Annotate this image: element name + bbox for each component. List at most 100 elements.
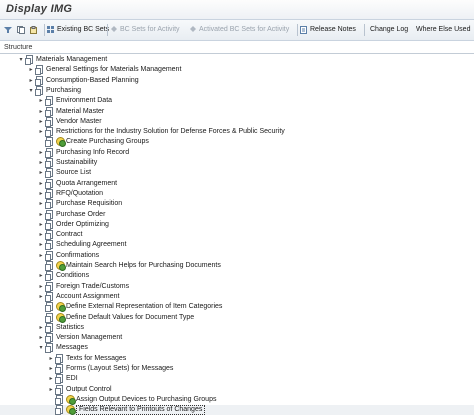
tree-node-label[interactable]: Quota Arrangement	[56, 179, 117, 189]
execute-activity-icon[interactable]	[56, 302, 66, 313]
expand-arrow-icon[interactable]: ▸	[48, 375, 54, 383]
expand-arrow-icon[interactable]: ▸	[38, 159, 44, 167]
expand-arrow-icon[interactable]: ▸	[38, 334, 44, 342]
tree-node-label[interactable]: Materials Management	[36, 55, 107, 65]
tree-node-label[interactable]: Conditions	[56, 271, 89, 281]
tree-node[interactable]: ▸ Contract	[0, 230, 474, 241]
tree-node[interactable]: ▸ EDI	[0, 374, 474, 385]
tree-node[interactable]: ▸ RFQ/Quotation	[0, 188, 474, 199]
tree-node-label[interactable]: EDI	[66, 374, 78, 384]
tree-node-label[interactable]: Consumption-Based Planning	[46, 76, 139, 86]
tree-node-label[interactable]: Foreign Trade/Customs	[56, 282, 129, 292]
expand-arrow-icon[interactable]: ▸	[28, 66, 34, 74]
tree-node-label[interactable]: Environment Data	[56, 96, 112, 106]
tree-node[interactable]: ▸ Forms (Layout Sets) for Messages	[0, 364, 474, 374]
tree-node-label[interactable]: Version Management	[56, 333, 122, 343]
expand-arrow-icon[interactable]: ▸	[38, 221, 44, 229]
tree-node-label[interactable]: Forms (Layout Sets) for Messages	[66, 364, 173, 374]
expand-arrow-icon[interactable]: ▸	[38, 324, 44, 332]
expand-arrow-icon[interactable]: ▸	[48, 355, 54, 363]
tree-node-label[interactable]: Define Default Values for Document Type	[66, 313, 194, 323]
expand-arrow-icon[interactable]: ▸	[38, 200, 44, 208]
expand-arrow-icon[interactable]: ▸	[38, 180, 44, 188]
expand-arrow-icon[interactable]: ▸	[38, 128, 44, 136]
change-log-button[interactable]: Change Log	[370, 23, 408, 36]
execute-activity-icon[interactable]	[56, 312, 66, 323]
tree-node[interactable]: ▸ Foreign Trade/Customs	[0, 281, 474, 292]
tree-node[interactable]: ▸ Confirmations	[0, 250, 474, 261]
execute-activity-icon[interactable]	[56, 137, 66, 148]
tree-node[interactable]: ▸ Order Optimizing	[0, 219, 474, 230]
execute-activity-icon[interactable]	[66, 405, 76, 416]
tree-node-label[interactable]: Sustainability	[56, 158, 97, 168]
tree-node-label[interactable]: Output Control	[66, 385, 112, 395]
execute-activity-icon[interactable]	[56, 261, 66, 271]
tree-node[interactable]: ▾ Purchasing	[0, 85, 474, 96]
copy-button[interactable]	[17, 23, 27, 36]
tree-node[interactable]: ▸ Purchase Order	[0, 209, 474, 220]
tree-node-label[interactable]: Create Purchasing Groups	[66, 137, 149, 147]
tree-node[interactable]: ▸ Consumption-Based Planning	[0, 75, 474, 86]
tree-node[interactable]: ▸ Purchase Requisition	[0, 199, 474, 210]
tree-node[interactable]: ▸ Environment Data	[0, 96, 474, 107]
tree-node-label[interactable]: Contract	[56, 230, 82, 240]
tree-node-label[interactable]: Order Optimizing	[56, 220, 109, 230]
expand-arrow-icon[interactable]: ▸	[28, 77, 34, 85]
expand-arrow-icon[interactable]: ▸	[48, 365, 54, 373]
tree-node[interactable]: ▸ Vendor Master	[0, 116, 474, 127]
tree-node[interactable]: Maintain Search Helps for Purchasing Doc…	[0, 261, 474, 271]
tree-node-label[interactable]: Maintain Search Helps for Purchasing Doc…	[66, 261, 221, 271]
expand-arrow-icon[interactable]: ▸	[38, 118, 44, 126]
tree-node-label[interactable]: General Settings for Materials Managemen…	[46, 65, 181, 75]
tree-node[interactable]: Define External Representation of Item C…	[0, 302, 474, 313]
tree-node-label[interactable]: Statistics	[56, 323, 84, 333]
tree-node[interactable]: ▸ Material Master	[0, 106, 474, 117]
tree-node-label[interactable]: Purchase Requisition	[56, 199, 122, 209]
tree-node[interactable]: ▾ Materials Management	[0, 55, 474, 65]
where-else-used-button[interactable]: Where Else Used	[416, 23, 470, 36]
expand-arrow-icon[interactable]: ▸	[48, 386, 54, 394]
collapse-arrow-icon[interactable]: ▾	[38, 344, 44, 352]
expand-arrow-icon[interactable]: ▸	[38, 169, 44, 177]
tree-node[interactable]: ▸ Restrictions for the Industry Solution …	[0, 127, 474, 138]
tree-node-label[interactable]: Purchase Order	[56, 210, 105, 220]
tree-node[interactable]: ▸ Quota Arrangement	[0, 178, 474, 189]
tree-node-label[interactable]: Define External Representation of Item C…	[66, 302, 222, 312]
filter-button[interactable]	[4, 23, 14, 36]
tree-node[interactable]: ▸ Statistics	[0, 322, 474, 333]
tree-node[interactable]: ▸ Purchasing Info Record	[0, 147, 474, 158]
tree-node[interactable]: ▸ Scheduling Agreement	[0, 240, 474, 251]
expand-arrow-icon[interactable]: ▸	[38, 190, 44, 198]
tree-node-label[interactable]: Account Assignment	[56, 292, 119, 302]
tree-node-label[interactable]: Texts for Messages	[66, 354, 126, 364]
tree-node[interactable]: ▸ General Settings for Materials Manageme…	[0, 65, 474, 76]
tree-node-label[interactable]: Messages	[56, 343, 88, 353]
expand-arrow-icon[interactable]: ▸	[38, 293, 44, 301]
tree-node-label[interactable]: Restrictions for the Industry Solution f…	[56, 127, 285, 137]
tree-node-label[interactable]: Purchasing Info Record	[56, 148, 129, 158]
tree-node-label[interactable]: Vendor Master	[56, 117, 102, 127]
execute-activity-icon[interactable]	[66, 394, 76, 405]
expand-arrow-icon[interactable]: ▸	[38, 149, 44, 157]
collapse-arrow-icon[interactable]: ▾	[18, 56, 24, 64]
release-notes-button[interactable]: Release Notes	[300, 23, 356, 36]
expand-arrow-icon[interactable]: ▸	[38, 231, 44, 239]
tree-node[interactable]: Assign Output Devices to Purchasing Grou…	[0, 394, 474, 405]
tree-node[interactable]: ▸ Sustainability	[0, 158, 474, 168]
expand-arrow-icon[interactable]: ▸	[38, 252, 44, 260]
tree-node-label[interactable]: Assign Output Devices to Purchasing Grou…	[76, 395, 216, 405]
expand-arrow-icon[interactable]: ▸	[38, 211, 44, 219]
expand-arrow-icon[interactable]: ▸	[38, 108, 44, 116]
activated-bc-sets-button[interactable]: Activated BC Sets for Activity	[189, 23, 289, 36]
existing-bc-sets-button[interactable]: Existing BC Sets	[47, 23, 109, 36]
tree-node[interactable]: Fields Relevant to Printouts of Changes	[0, 405, 474, 416]
paste-button[interactable]	[30, 23, 40, 36]
tree-node[interactable]: ▸ Texts for Messages	[0, 353, 474, 364]
expand-arrow-icon[interactable]: ▸	[38, 272, 44, 280]
tree-node[interactable]: ▾ Messages	[0, 343, 474, 354]
tree-node-label[interactable]: Fields Relevant to Printouts of Changes	[76, 405, 206, 416]
bc-sets-for-activity-button[interactable]: BC Sets for Activity	[110, 23, 180, 36]
tree-node[interactable]: ▸ Output Control	[0, 384, 474, 395]
tree-node-label[interactable]: Confirmations	[56, 251, 99, 261]
tree-node[interactable]: ▸ Source List	[0, 168, 474, 179]
